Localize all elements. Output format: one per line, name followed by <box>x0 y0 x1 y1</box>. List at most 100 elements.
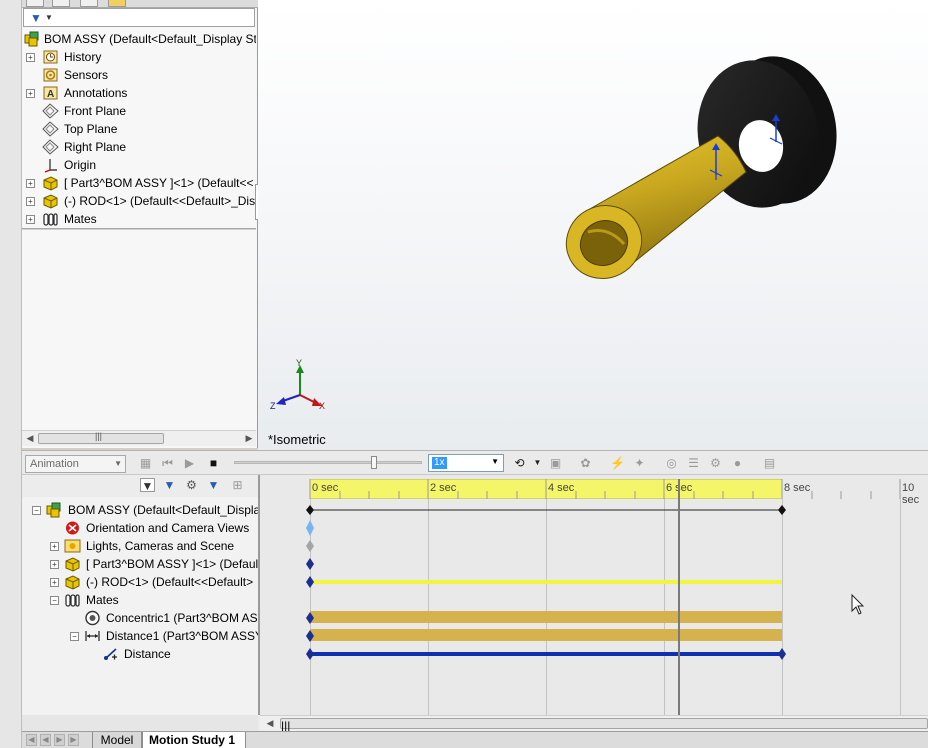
expand-icon[interactable]: + <box>26 215 35 224</box>
feature-tree-filter[interactable]: ▼ ▼ <box>23 8 255 27</box>
key-point[interactable] <box>306 520 314 536</box>
expand-icon[interactable]: + <box>50 578 59 587</box>
graphics-viewport[interactable]: Y X Z *Isometric <box>258 0 928 450</box>
axis-label-x: X <box>319 401 325 411</box>
time-bar[interactable] <box>678 479 680 715</box>
filter-results-icon[interactable]: ▼ <box>206 478 221 492</box>
filter-animated-icon[interactable]: ▼ <box>140 478 155 493</box>
next-tab-icon[interactable]: ▶ <box>54 734 65 746</box>
collapse-icon[interactable]: − <box>50 596 59 605</box>
tree-item-origin[interactable]: Origin <box>22 156 256 174</box>
playback-slider-thumb[interactable] <box>371 456 377 469</box>
motor-icon[interactable]: ◎ <box>664 456 679 470</box>
tab-model[interactable]: Model <box>92 732 142 748</box>
playback-slider[interactable] <box>234 461 422 464</box>
tree-item-rod[interactable]: + (-) ROD<1> (Default<<Default>_Dis <box>22 192 256 210</box>
play-icon[interactable]: ▶ <box>182 456 197 470</box>
rod-part[interactable] <box>554 135 747 292</box>
rod-change-bar[interactable] <box>310 580 782 584</box>
feature-tree-scrollbar[interactable]: ◀ ||| ▶ <box>22 430 256 446</box>
tree-item-front-plane[interactable]: Front Plane <box>22 102 256 120</box>
motion-tree-item-orientation[interactable]: Orientation and Camera Views <box>22 519 258 537</box>
expand-icon[interactable]: + <box>26 53 35 62</box>
study-type-select[interactable]: Animation ▼ <box>25 455 126 473</box>
play-from-start-icon[interactable]: ⏮ <box>160 456 175 470</box>
stop-icon[interactable]: ■ <box>206 456 221 470</box>
results-icon[interactable]: ▤ <box>762 456 777 470</box>
key-point[interactable] <box>306 558 314 570</box>
collapse-icon[interactable]: − <box>32 506 41 515</box>
filter-driving-icon[interactable]: ▼ <box>162 478 177 492</box>
prev-tab-icon[interactable]: ◀ <box>40 734 51 746</box>
key-point[interactable] <box>778 505 786 515</box>
motion-tree-item-rod[interactable]: + (-) ROD<1> (Default<<Default> <box>22 573 258 591</box>
tree-item-top-plane[interactable]: Top Plane <box>22 120 256 138</box>
tree-item-history[interactable]: + History <box>22 48 256 66</box>
distance-value-bar[interactable] <box>310 652 782 656</box>
lights-icon <box>64 538 81 554</box>
assembly-icon <box>46 502 63 518</box>
key-point[interactable] <box>306 540 314 552</box>
first-tab-icon[interactable]: ◀ <box>26 734 37 746</box>
scroll-left-icon[interactable]: ◀ <box>23 432 37 445</box>
expand-icon[interactable]: + <box>26 89 35 98</box>
damper-icon[interactable]: ⚙ <box>708 456 723 470</box>
document-tabs-bar: ◀ ◀ ▶ ▶ Model Motion Study 1 <box>22 731 928 748</box>
expand-icon[interactable]: + <box>26 179 35 188</box>
tab-property-manager[interactable] <box>52 0 70 7</box>
model-view: Y X Z <box>270 56 837 411</box>
tree-item-bom-assy[interactable]: BOM ASSY (Default<Default_Display Sta <box>22 30 256 48</box>
gravity-icon[interactable]: ● <box>730 456 745 470</box>
scroll-right-icon[interactable]: ▶ <box>242 432 256 445</box>
motion-tree-item-distance1[interactable]: − Distance1 (Part3^BOM ASSY <box>22 627 258 645</box>
timeline-area[interactable]: 0 sec 2 sec 4 sec 6 sec 8 sec 10 sec <box>260 475 928 715</box>
key-point[interactable] <box>778 648 786 660</box>
spring-icon[interactable]: ☰ <box>686 456 701 470</box>
plane-icon <box>42 121 59 137</box>
tree-item-sensors[interactable]: Sensors <box>22 66 256 84</box>
tree-item-right-plane[interactable]: Right Plane <box>22 138 256 156</box>
collapse-icon[interactable]: − <box>70 632 79 641</box>
playback-speed-select[interactable]: 1x ▼ <box>428 454 504 472</box>
chevron-down-icon: ▼ <box>114 459 122 468</box>
part-icon <box>42 175 59 191</box>
expand-icon[interactable]: + <box>26 197 35 206</box>
motion-tree-item-distance[interactable]: Distance <box>22 645 258 663</box>
key-point[interactable] <box>306 648 314 660</box>
add-key-icon[interactable]: ✦ <box>632 456 647 470</box>
motion-tree-item-lights[interactable]: + Lights, Cameras and Scene <box>22 537 258 555</box>
tree-item-part3[interactable]: + [ Part3^BOM ASSY ]<1> (Default<< <box>22 174 256 192</box>
chevron-down-icon[interactable]: ▼ <box>530 456 545 470</box>
last-tab-icon[interactable]: ▶ <box>68 734 79 746</box>
feature-manager-panel: ▼ ▼ BOM ASSY (Default<Default_Display St… <box>22 0 263 448</box>
key-point[interactable] <box>306 576 314 588</box>
tab-motion-study-1[interactable]: Motion Study 1 <box>142 732 246 748</box>
tree-item-annotations[interactable]: + A Annotations <box>22 84 256 102</box>
key-point[interactable] <box>306 505 314 515</box>
motion-tree-item-mates[interactable]: − Mates <box>22 591 258 609</box>
scrollbar-thumb[interactable]: ||| <box>38 431 164 444</box>
animation-wizard-icon[interactable]: ✿ <box>578 456 593 470</box>
calculate-icon[interactable]: ▦ <box>138 456 153 470</box>
scroll-left-icon[interactable]: ◀ <box>263 717 277 730</box>
concentric-change-bar[interactable] <box>310 611 782 623</box>
motion-tree-item-concentric1[interactable]: Concentric1 (Part3^BOM AS <box>22 609 258 627</box>
collapse-all-icon[interactable]: ⊞ <box>230 478 245 492</box>
expand-icon[interactable]: + <box>50 542 59 551</box>
motion-tree-item-part3[interactable]: + [ Part3^BOM ASSY ]<1> (Defaul <box>22 555 258 573</box>
timeline-scrollbar[interactable]: ◀ ||| <box>260 715 928 733</box>
tree-item-mates[interactable]: + Mates <box>22 210 256 228</box>
expand-icon[interactable]: + <box>50 560 59 569</box>
autokey-icon[interactable]: ⚡ <box>610 456 625 470</box>
filter-selected-icon[interactable]: ⚙ <box>184 478 199 492</box>
sensor-icon <box>42 67 59 83</box>
tab-appearance[interactable] <box>108 0 126 7</box>
playback-mode-icon[interactable]: ⟲ <box>512 456 527 470</box>
tab-feature-tree[interactable] <box>26 0 44 7</box>
tab-configuration-manager[interactable] <box>80 0 98 7</box>
distance-change-bar[interactable] <box>310 629 782 641</box>
motion-tree-item-bom-assy[interactable]: − BOM ASSY (Default<Default_Displa <box>22 501 258 519</box>
feature-manager-tabs <box>22 0 258 8</box>
scrollbar-thumb[interactable]: ||| <box>280 718 928 733</box>
save-animation-icon[interactable]: ▣ <box>548 456 563 470</box>
